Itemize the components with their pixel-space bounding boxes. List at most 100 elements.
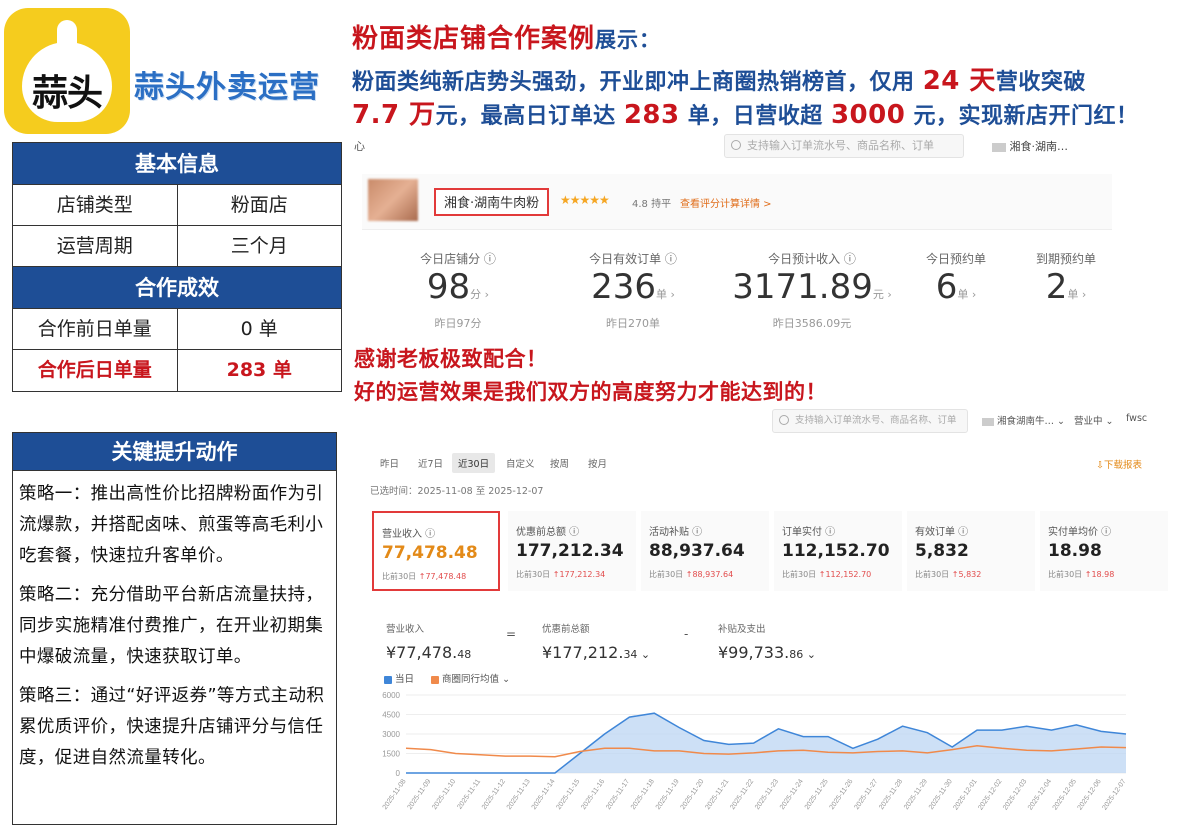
formula-label: 优惠前总额 (542, 624, 590, 635)
x-tick-label: 2025-11-12 (481, 778, 507, 811)
row-value: 粉面店 (230, 194, 288, 216)
series-area-daily (406, 713, 1126, 773)
result-title: 合作成效 (13, 267, 341, 309)
tab-by-week[interactable]: 按周 (544, 453, 575, 473)
x-tick-label: 2025-11-29 (903, 778, 929, 811)
shop-selector-label: 湘食湖南牛… ⌄ (997, 416, 1066, 427)
strategy-item: 策略三：通过“好评返券”等方式主动积累优质评价，快速提升店铺评分与信任度，促进自… (19, 686, 325, 768)
metric-label: 今日有效订单 ⓘ (589, 252, 677, 266)
metric-unit: 分 › (470, 288, 490, 301)
summary-highlight-days: 24 天 (922, 66, 996, 96)
user-account[interactable]: fwsc (1126, 413, 1147, 424)
kpi-label: 活动补贴 ⓘ (649, 527, 703, 538)
download-report-button[interactable]: ⇩下载报表 (1096, 457, 1142, 471)
kpi-card-subsidy[interactable]: 活动补贴 ⓘ 88,937.64 比前30日 ↑88,937.64 (641, 511, 769, 591)
download-icon: ⇩ (1096, 460, 1104, 471)
formula-equals: = (506, 627, 517, 641)
headline-suffix: 展示： (595, 28, 662, 52)
kpi-value: 18.98 (1048, 541, 1102, 561)
summary-text: 粉面类纯新店势头强劲，开业即冲上商圈热销榜首，仅用 (352, 70, 915, 95)
thanks-line-2: 好的运营效果是我们双方的高度努力才能达到的！ (354, 380, 827, 404)
shop-selector-label: 湘食·湖南… (1009, 140, 1069, 153)
metric-due-reserved-orders[interactable]: 到期预约单 2单 › (1026, 250, 1106, 315)
search-input[interactable]: 支持输入订单流水号、商品名称、订单 (772, 409, 968, 433)
rating-stars: ★★★★★ (560, 193, 610, 207)
formula-subsidy[interactable]: 补贴及支出 ¥99,733.86 ⌄ (718, 621, 816, 662)
metric-sub: 昨日270单 (606, 317, 660, 330)
kpi-card-orders[interactable]: 有效订单 ⓘ 5,832 比前30日 ↑5,832 (907, 511, 1035, 591)
x-tick-label: 2025-11-23 (754, 778, 780, 811)
metric-store-score[interactable]: 今日店铺分 ⓘ 98分 › 昨日97分 (408, 250, 508, 331)
kpi-card-avg-price[interactable]: 实付单均价 ⓘ 18.98 比前30日 ↑18.98 (1040, 511, 1168, 591)
kpi-value: 5,832 (915, 541, 969, 561)
legend-item[interactable]: 当日 (384, 674, 414, 685)
formula-revenue: 营业收入 ¥77,478.48 (386, 621, 471, 662)
tab-30days[interactable]: 近30日 (452, 453, 496, 473)
brand-name: 蒜头外卖运营 (134, 70, 320, 105)
kpi-card-paid[interactable]: 订单实付 ⓘ 112,152.70 比前30日 ↑112,152.70 (774, 511, 902, 591)
y-tick-label: 6000 (382, 691, 400, 700)
shop-thumbnail (368, 179, 418, 221)
search-placeholder: 支持输入订单流水号、商品名称、订单 (795, 415, 957, 426)
x-tick-label: 2025-11-08 (382, 778, 408, 811)
metric-expected-income[interactable]: 今日预计收入 ⓘ 3171.89元 › 昨日3586.09元 (732, 250, 892, 331)
kpi-compare: 比前30日 ↑112,152.70 (782, 570, 872, 579)
tab-7days[interactable]: 近7日 (412, 453, 449, 473)
shop-selector[interactable]: 湘食·湖南… (992, 138, 1068, 154)
x-tick-label: 2025-11-14 (531, 778, 557, 811)
row-label: 合作后日单量 (13, 350, 178, 391)
formula-value: ¥77,478. (386, 643, 458, 662)
summary-line-1: 粉面类纯新店势头强劲，开业即冲上商圈热销榜首，仅用 24 天营收突破 (352, 60, 1086, 97)
row-value: 三个月 (230, 235, 288, 257)
x-tick-label: 2025-11-13 (506, 778, 532, 811)
thanks-line-1: 感谢老板极致配合！ (354, 347, 548, 371)
shop-selector[interactable]: 湘食湖南牛… ⌄ (982, 413, 1065, 427)
search-icon (779, 415, 789, 425)
x-tick-label: 2025-11-25 (804, 778, 830, 811)
kpi-label: 实付单均价 ⓘ (1048, 527, 1112, 538)
metric-unit: 单 › (656, 288, 675, 301)
metric-valid-orders[interactable]: 今日有效订单 ⓘ 236单 › 昨日270单 (578, 250, 688, 331)
formula-value: ¥99,733. (718, 643, 790, 662)
legend-item[interactable]: 商圈同行均值 ⌄ (431, 674, 510, 685)
row-label: 合作前日单量 (13, 309, 178, 349)
date-range-label: 已选时间：2025-11-08 至 2025-12-07 (370, 486, 544, 497)
tab-custom[interactable]: 自定义 (500, 453, 541, 473)
search-input[interactable]: 支持输入订单流水号、商品名称、订单 (724, 134, 964, 158)
metric-value: 2 (1045, 267, 1068, 307)
kpi-compare: 比前30日 ↑177,212.34 (516, 570, 606, 579)
formula-gross[interactable]: 优惠前总额 ¥177,212.34 ⌄ (542, 621, 650, 662)
metric-sub: 昨日97分 (434, 317, 482, 330)
metric-label: 今日店铺分 ⓘ (420, 252, 496, 266)
table-row: 店铺类型 粉面店 (13, 185, 341, 226)
strategy-item: 策略二：充分借助平台新店流量扶持，同步实施精准付费推广，在开业初期集中爆破流量，… (19, 585, 324, 667)
strategy-box: 关键提升动作 策略一：推出高性价比招牌粉面作为引流爆款，并搭配卤味、煎蛋等高毛利… (12, 432, 337, 825)
rating-detail-link[interactable]: 查看评分计算详情 > (680, 195, 772, 210)
search-icon (731, 140, 741, 150)
chart-legend: 当日 商圈同行均值 ⌄ (384, 671, 510, 685)
y-tick-label: 1500 (382, 750, 400, 759)
x-tick-label: 2025-12-05 (1052, 778, 1078, 811)
kpi-value: 177,212.34 (516, 541, 624, 561)
tab-by-month[interactable]: 按月 (582, 453, 613, 473)
x-tick-label: 2025-11-18 (630, 778, 656, 811)
x-tick-label: 2025-11-28 (878, 778, 904, 811)
search-placeholder: 支持输入订单流水号、商品名称、订单 (747, 139, 934, 152)
headline-main: 粉面类店铺合作案例 (352, 24, 596, 54)
metric-value: 3171.89 (732, 267, 873, 307)
kpi-card-gross[interactable]: 优惠前总额 ⓘ 177,212.34 比前30日 ↑177,212.34 (508, 511, 636, 591)
metric-value: 6 (935, 267, 958, 307)
x-tick-label: 2025-11-16 (580, 778, 606, 811)
tab-yesterday[interactable]: 昨日 (374, 453, 405, 473)
kpi-label: 营业收入 ⓘ (382, 529, 436, 540)
kpi-compare: 比前30日 ↑88,937.64 (649, 570, 734, 579)
metric-reserved-orders[interactable]: 今日预约单 6单 › (916, 250, 996, 315)
kpi-label: 有效订单 ⓘ (915, 527, 969, 538)
formula-value: ¥177,212. (542, 643, 624, 662)
x-tick-label: 2025-11-11 (456, 778, 482, 811)
kpi-card-revenue[interactable]: 营业收入 ⓘ 77,478.48 比前30日 ↑77,478.48 (372, 511, 500, 591)
y-tick-label: 0 (396, 769, 401, 778)
metric-label: 到期预约单 (1035, 252, 1096, 266)
business-status-dropdown[interactable]: 营业中 ⌄ (1074, 413, 1113, 427)
formula-label: 补贴及支出 (718, 624, 766, 635)
